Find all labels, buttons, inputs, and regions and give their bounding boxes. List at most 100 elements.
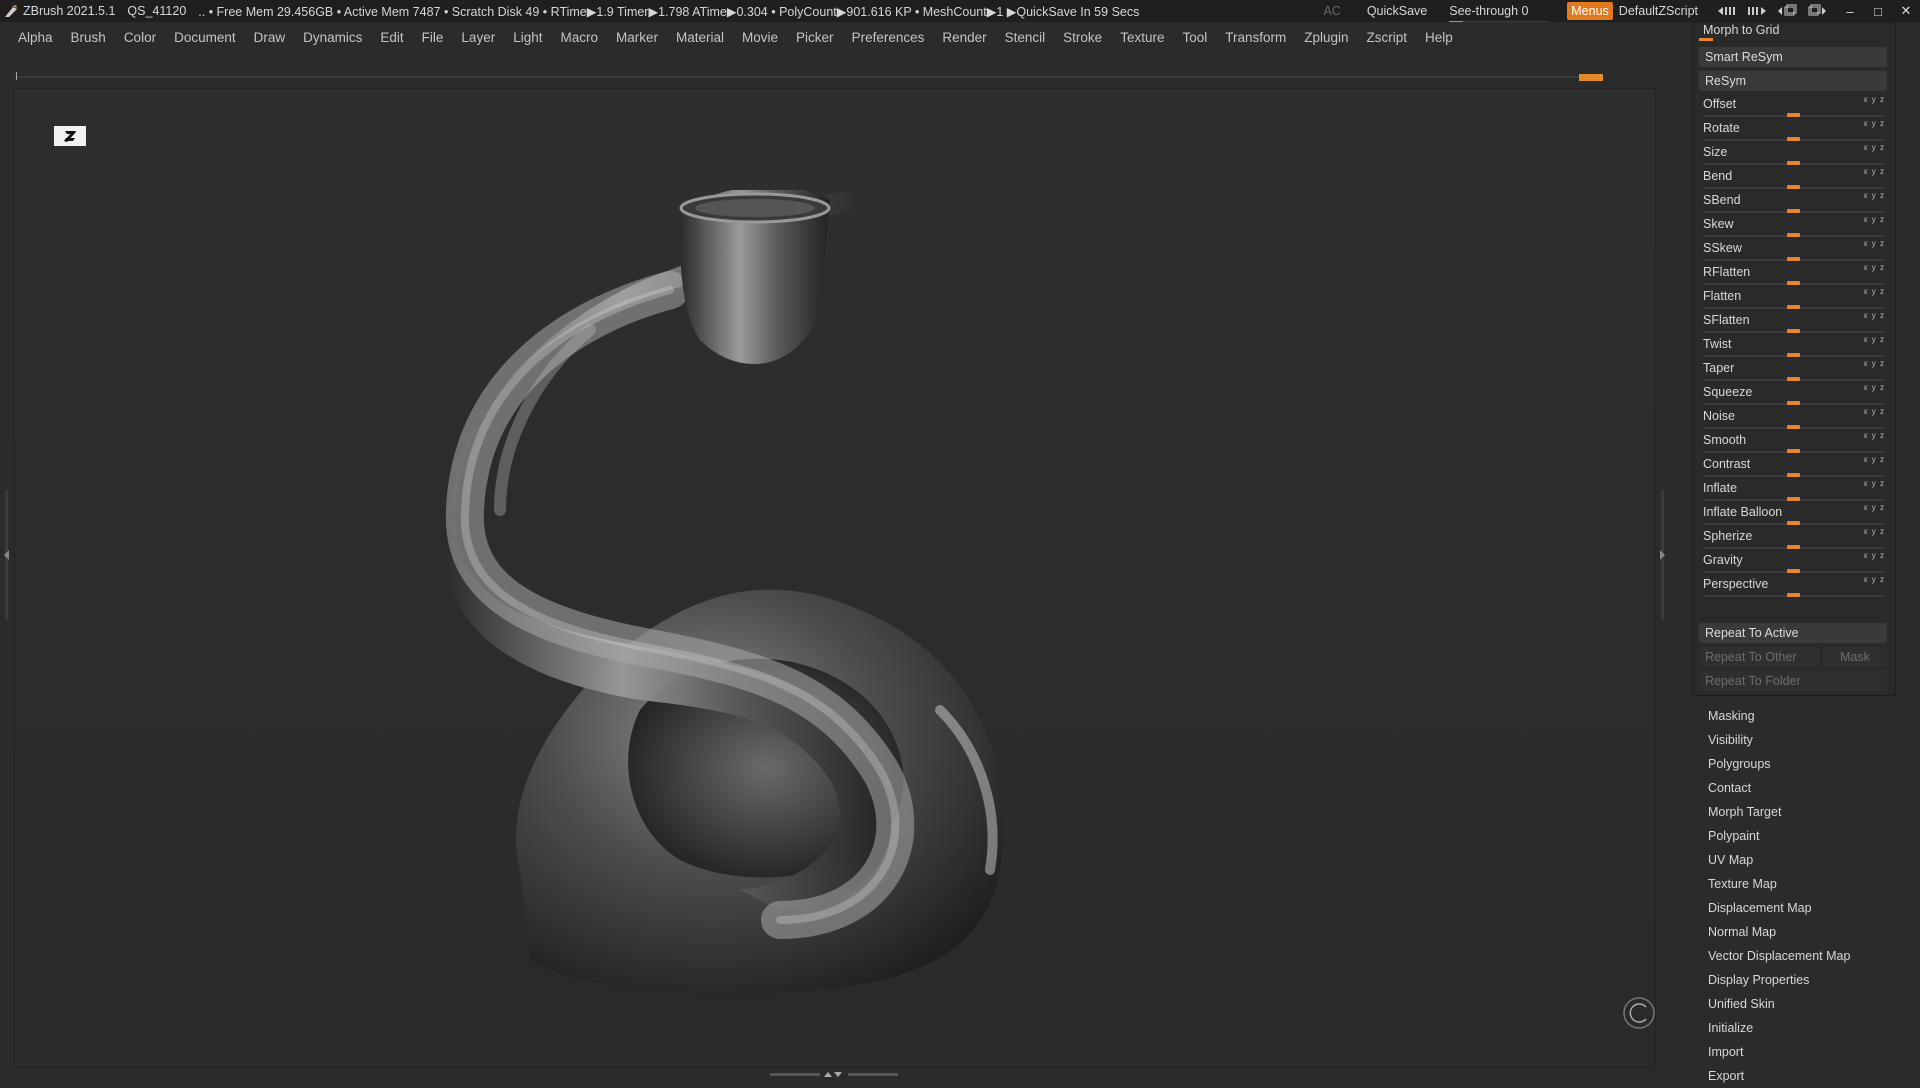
rotation-gizmo-icon[interactable] bbox=[1622, 996, 1656, 1030]
slider-bend[interactable]: Bend x y z bbox=[1699, 167, 1887, 191]
scroll-right-icon[interactable] bbox=[1746, 4, 1768, 18]
slider-size[interactable]: Size x y z bbox=[1699, 143, 1887, 167]
axis-toggle-icon[interactable]: x y z bbox=[1864, 359, 1885, 368]
bottom-tray-handle-icon[interactable] bbox=[770, 1070, 900, 1078]
scroll-left-icon[interactable] bbox=[1716, 4, 1738, 18]
axis-toggle-icon[interactable]: x y z bbox=[1864, 551, 1885, 560]
subpalette-polypaint[interactable]: Polypaint bbox=[1708, 824, 1908, 848]
menu-light[interactable]: Light bbox=[513, 30, 542, 45]
subpalette-morph-target[interactable]: Morph Target bbox=[1708, 800, 1908, 824]
axis-toggle-icon[interactable]: x y z bbox=[1864, 263, 1885, 272]
axis-toggle-icon[interactable]: x y z bbox=[1864, 167, 1885, 176]
slider-knob[interactable] bbox=[1787, 329, 1800, 333]
menu-zplugin[interactable]: Zplugin bbox=[1304, 30, 1348, 45]
slider-knob[interactable] bbox=[1787, 425, 1800, 429]
subpalette-normal-map[interactable]: Normal Map bbox=[1708, 920, 1908, 944]
menu-color[interactable]: Color bbox=[124, 30, 156, 45]
menu-tool[interactable]: Tool bbox=[1182, 30, 1207, 45]
close-button[interactable]: ✕ bbox=[1892, 3, 1920, 19]
axis-toggle-icon[interactable]: x y z bbox=[1864, 527, 1885, 536]
slider-knob[interactable] bbox=[1787, 209, 1800, 213]
subpalette-initialize[interactable]: Initialize bbox=[1708, 1016, 1908, 1040]
axis-toggle-icon[interactable]: x y z bbox=[1864, 95, 1885, 104]
default-zscript-button[interactable]: DefaultZScript bbox=[1619, 4, 1698, 18]
slider-knob[interactable] bbox=[1787, 353, 1800, 357]
menu-stencil[interactable]: Stencil bbox=[1005, 30, 1046, 45]
quicksave-button[interactable]: QuickSave bbox=[1367, 4, 1427, 18]
subpalette-uv-map[interactable]: UV Map bbox=[1708, 848, 1908, 872]
slider-knob[interactable] bbox=[1787, 593, 1800, 597]
slider-sbend[interactable]: SBend x y z bbox=[1699, 191, 1887, 215]
slider-knob[interactable] bbox=[1787, 113, 1800, 117]
axis-toggle-icon[interactable]: x y z bbox=[1864, 119, 1885, 128]
slider-knob[interactable] bbox=[1787, 497, 1800, 501]
menu-dynamics[interactable]: Dynamics bbox=[303, 30, 362, 45]
menu-zscript[interactable]: Zscript bbox=[1367, 30, 1408, 45]
smart-resym-button[interactable]: Smart ReSym bbox=[1699, 47, 1887, 67]
right-tray-handle-icon[interactable] bbox=[1659, 490, 1665, 620]
slider-knob[interactable] bbox=[1787, 137, 1800, 141]
axis-toggle-icon[interactable]: x y z bbox=[1864, 191, 1885, 200]
slider-gravity[interactable]: Gravity x y z bbox=[1699, 551, 1887, 575]
menu-movie[interactable]: Movie bbox=[742, 30, 778, 45]
slider-sflatten[interactable]: SFlatten x y z bbox=[1699, 311, 1887, 335]
layout-icon[interactable] bbox=[1776, 4, 1798, 18]
top-shelf-marker[interactable] bbox=[1579, 74, 1603, 81]
resym-button[interactable]: ReSym bbox=[1699, 71, 1887, 91]
axis-toggle-icon[interactable]: x y z bbox=[1864, 455, 1885, 464]
subpalette-import[interactable]: Import bbox=[1708, 1040, 1908, 1064]
axis-toggle-icon[interactable]: x y z bbox=[1864, 215, 1885, 224]
slider-knob[interactable] bbox=[1787, 401, 1800, 405]
slider-sskew[interactable]: SSkew x y z bbox=[1699, 239, 1887, 263]
axis-toggle-icon[interactable]: x y z bbox=[1864, 287, 1885, 296]
slider-perspective[interactable]: Perspective x y z bbox=[1699, 575, 1887, 599]
slider-squeeze[interactable]: Squeeze x y z bbox=[1699, 383, 1887, 407]
slider-knob[interactable] bbox=[1787, 185, 1800, 189]
subpalette-polygroups[interactable]: Polygroups bbox=[1708, 752, 1908, 776]
subpalette-vector-displacement-map[interactable]: Vector Displacement Map bbox=[1708, 944, 1908, 968]
slider-twist[interactable]: Twist x y z bbox=[1699, 335, 1887, 359]
repeat-to-active-button[interactable]: Repeat To Active bbox=[1699, 623, 1887, 643]
slider-flatten[interactable]: Flatten x y z bbox=[1699, 287, 1887, 311]
axis-toggle-icon[interactable]: x y z bbox=[1864, 431, 1885, 440]
menu-picker[interactable]: Picker bbox=[796, 30, 834, 45]
slider-knob[interactable] bbox=[1787, 257, 1800, 261]
axis-toggle-icon[interactable]: x y z bbox=[1864, 239, 1885, 248]
axis-toggle-icon[interactable]: x y z bbox=[1864, 143, 1885, 152]
menu-help[interactable]: Help bbox=[1425, 30, 1453, 45]
repeat-to-folder-button[interactable]: Repeat To Folder bbox=[1699, 671, 1887, 691]
slider-knob[interactable] bbox=[1787, 569, 1800, 573]
ac-button[interactable]: AC bbox=[1323, 4, 1340, 18]
menu-marker[interactable]: Marker bbox=[616, 30, 658, 45]
axis-toggle-icon[interactable]: x y z bbox=[1864, 335, 1885, 344]
slider-knob[interactable] bbox=[1787, 473, 1800, 477]
slider-noise[interactable]: Noise x y z bbox=[1699, 407, 1887, 431]
subpalette-visibility[interactable]: Visibility bbox=[1708, 728, 1908, 752]
slider-contrast[interactable]: Contrast x y z bbox=[1699, 455, 1887, 479]
layout-alt-icon[interactable] bbox=[1806, 4, 1828, 18]
slider-taper[interactable]: Taper x y z bbox=[1699, 359, 1887, 383]
slider-knob[interactable] bbox=[1787, 545, 1800, 549]
repeat-to-other-button[interactable]: Repeat To Other bbox=[1699, 647, 1819, 667]
menu-draw[interactable]: Draw bbox=[254, 30, 286, 45]
slider-skew[interactable]: Skew x y z bbox=[1699, 215, 1887, 239]
see-through-slider[interactable]: See-through 0 bbox=[1449, 4, 1550, 24]
subpalette-display-properties[interactable]: Display Properties bbox=[1708, 968, 1908, 992]
slider-knob[interactable] bbox=[1787, 449, 1800, 453]
menu-document[interactable]: Document bbox=[174, 30, 236, 45]
slider-rotate[interactable]: Rotate x y z bbox=[1699, 119, 1887, 143]
mask-button[interactable]: Mask bbox=[1823, 647, 1887, 667]
slider-knob[interactable] bbox=[1787, 161, 1800, 165]
slider-spherize[interactable]: Spherize x y z bbox=[1699, 527, 1887, 551]
axis-toggle-icon[interactable]: x y z bbox=[1864, 407, 1885, 416]
slider-inflate[interactable]: Inflate x y z bbox=[1699, 479, 1887, 503]
axis-toggle-icon[interactable]: x y z bbox=[1864, 575, 1885, 584]
menu-layer[interactable]: Layer bbox=[461, 30, 495, 45]
menu-render[interactable]: Render bbox=[942, 30, 986, 45]
slider-knob[interactable] bbox=[1787, 377, 1800, 381]
axis-toggle-icon[interactable]: x y z bbox=[1864, 311, 1885, 320]
slider-knob[interactable] bbox=[1787, 521, 1800, 525]
menu-brush[interactable]: Brush bbox=[71, 30, 106, 45]
slider-smooth[interactable]: Smooth x y z bbox=[1699, 431, 1887, 455]
left-tray-handle-icon[interactable] bbox=[4, 490, 10, 620]
